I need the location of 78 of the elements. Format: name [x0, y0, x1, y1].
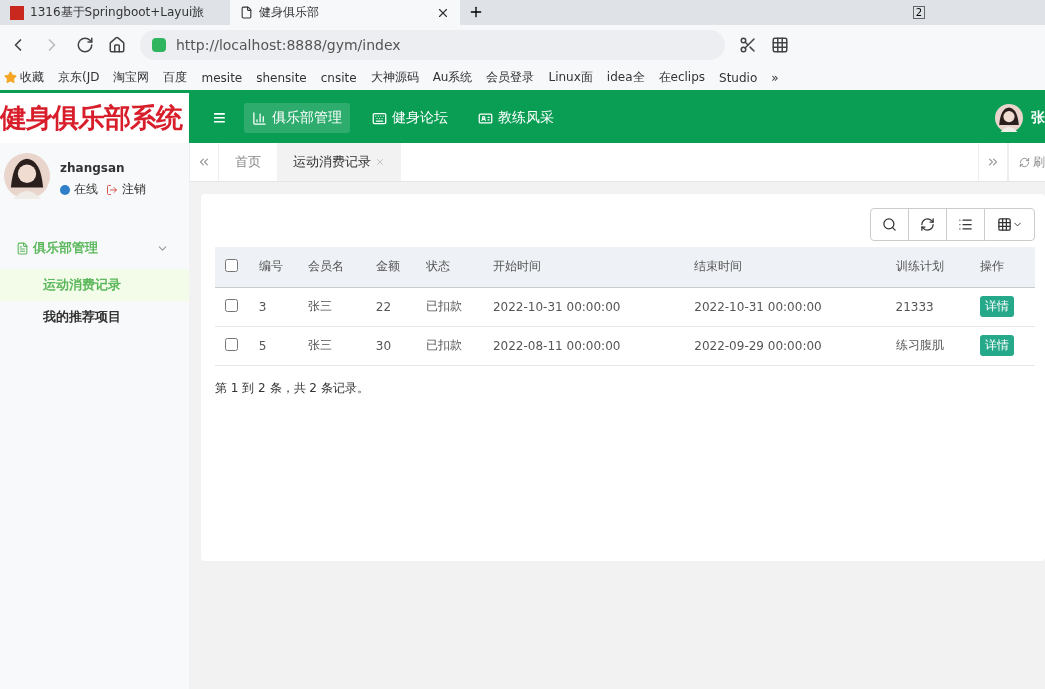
- star-icon: [4, 71, 17, 84]
- bookmark-link[interactable]: idea全: [606, 69, 645, 86]
- logout-link[interactable]: 注销: [122, 181, 146, 198]
- grid-icon: [996, 217, 1012, 232]
- table-cell: 练习腹肌: [885, 326, 971, 365]
- bookmark-link[interactable]: Studio: [719, 70, 758, 85]
- column-header: 训练计划: [885, 247, 971, 287]
- bookmark-link[interactable]: cnsite: [320, 70, 357, 85]
- column-header: 开始时间: [482, 247, 685, 287]
- row-checkbox[interactable]: [225, 298, 238, 312]
- logout-icon: [106, 183, 118, 196]
- keyboard-icon: [371, 110, 387, 126]
- double-left-icon: [197, 155, 211, 169]
- table-cell: 2022-10-31 00:00:00: [684, 287, 886, 326]
- tab-count[interactable]: 2: [912, 6, 925, 19]
- status-text: 在线: [74, 181, 98, 198]
- page-icon: [240, 6, 253, 19]
- column-header: 编号: [248, 247, 299, 287]
- browser-tab[interactable]: 健身俱乐部: [230, 0, 460, 25]
- avatar-icon: [4, 153, 50, 199]
- status-dot: [60, 184, 70, 195]
- refresh-icon: [920, 217, 935, 232]
- bookmark-link[interactable]: 京东(JD: [58, 69, 100, 86]
- column-header: 操作: [970, 247, 1035, 287]
- table-cell: 30: [365, 326, 416, 365]
- bookmark-link[interactable]: 淘宝网: [113, 69, 150, 86]
- bookmark-link[interactable]: »: [771, 70, 779, 85]
- bar-chart-icon: [251, 110, 267, 126]
- avatar-icon: [995, 104, 1023, 132]
- search-button[interactable]: [870, 208, 909, 241]
- table-cell: 22: [365, 287, 416, 326]
- table-cell: 21333: [885, 287, 971, 326]
- bookmark-link[interactable]: shensite: [256, 70, 307, 85]
- table-cell: 张三: [298, 287, 366, 326]
- sidebar-item[interactable]: 我的推荐项目: [0, 301, 189, 333]
- page-tab[interactable]: 运动消费记录: [277, 143, 401, 181]
- column-header: 金额: [365, 247, 416, 287]
- table-cell: 已扣款: [415, 326, 483, 365]
- bookmark-link[interactable]: 在eclips: [658, 69, 706, 86]
- bookmark-link[interactable]: Au系统: [432, 69, 473, 86]
- home-icon[interactable]: [108, 36, 126, 54]
- bookmark-link[interactable]: 收藏: [4, 69, 44, 86]
- table-cell: 张三: [298, 326, 366, 365]
- column-header: 结束时间: [684, 247, 886, 287]
- columns-button[interactable]: [984, 208, 1035, 241]
- document-icon: [16, 241, 29, 255]
- address-field[interactable]: http://localhost:8888/gym/index: [140, 30, 725, 60]
- bookmark-link[interactable]: 大神源码: [370, 69, 419, 86]
- bookmark-link[interactable]: 百度: [163, 69, 188, 86]
- table-cell: 3: [248, 287, 299, 326]
- list-icon: [958, 217, 973, 232]
- id-card-icon: [477, 110, 493, 126]
- refresh-button[interactable]: [908, 208, 947, 241]
- reload-icon[interactable]: [76, 36, 94, 54]
- refresh-icon: [1019, 156, 1030, 168]
- table-cell: 5: [248, 326, 299, 365]
- table-cell: 2022-08-11 00:00:00: [482, 326, 685, 365]
- search-icon: [882, 217, 897, 232]
- bookmark-link[interactable]: mesite: [201, 70, 243, 85]
- username: zhangsan: [60, 161, 126, 175]
- column-header: 会员名: [298, 247, 366, 287]
- table-cell: 2022-09-29 00:00:00: [684, 326, 886, 365]
- refresh-button[interactable]: 刷: [1008, 143, 1045, 181]
- table-cell: 已扣款: [415, 287, 483, 326]
- pagination-summary: 第 1 到 2 条，共 2 条记录。: [215, 379, 370, 397]
- bookmark-link[interactable]: 会员登录: [486, 69, 535, 86]
- bookmark-link[interactable]: Linux面: [548, 69, 593, 86]
- grid-icon[interactable]: [771, 36, 789, 54]
- new-tab-icon[interactable]: [468, 4, 484, 20]
- double-right-icon: [986, 155, 1000, 169]
- column-header: 状态: [415, 247, 483, 287]
- browser-tab[interactable]: 1316基于Springboot+Layui旅: [0, 0, 230, 25]
- row-checkbox[interactable]: [225, 337, 238, 351]
- select-all-checkbox[interactable]: [225, 258, 238, 272]
- favicon-icon: [10, 5, 24, 20]
- table-cell: 2022-10-31 00:00:00: [482, 287, 685, 326]
- scissors-icon[interactable]: [739, 36, 757, 54]
- app-logo: 健身俱乐部系统: [0, 93, 189, 143]
